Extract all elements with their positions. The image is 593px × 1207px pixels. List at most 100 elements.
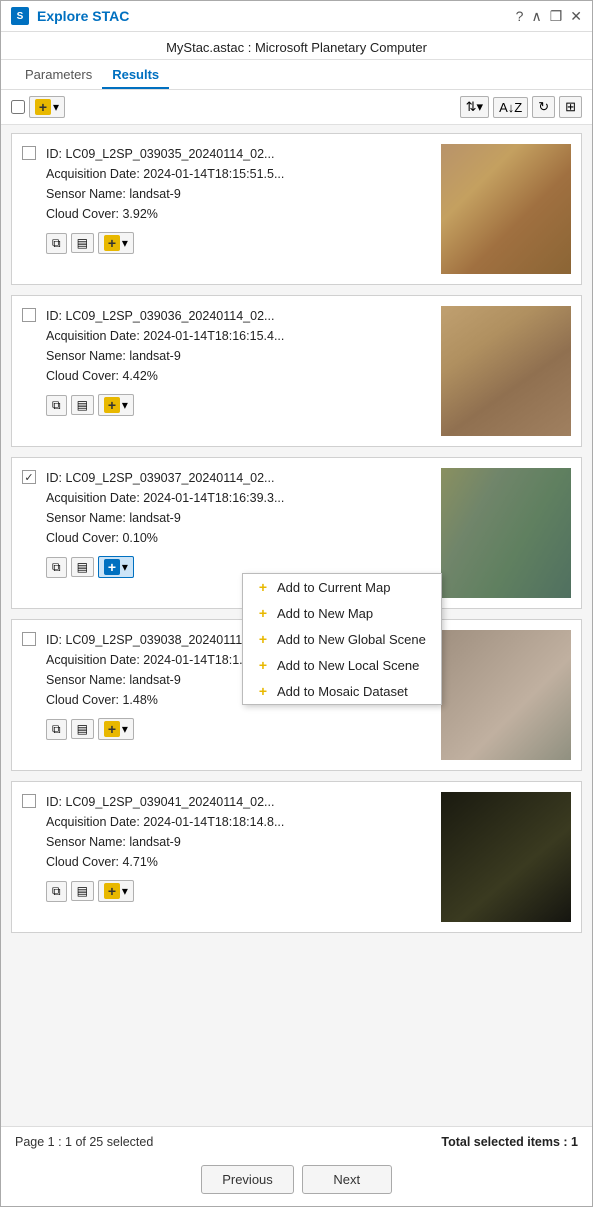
dropdown-add-current-map-icon: +	[255, 579, 271, 595]
card-thumbnail-1	[441, 144, 571, 274]
card-add-btn-3[interactable]: + ▾	[98, 556, 134, 578]
card-id-1: ID: LC09_L2SP_039035_20240114_02...	[46, 144, 431, 164]
card-thumbnail-5	[441, 792, 571, 922]
card-plus-icon-1: +	[104, 235, 120, 251]
dropdown-item-add-new-global-scene[interactable]: + Add to New Global Scene	[243, 626, 441, 652]
card-checkbox-4[interactable]	[22, 632, 36, 646]
card-acqdate-3: Acquisition Date: 2024-01-14T18:16:39.3.…	[46, 488, 431, 508]
add-button[interactable]: + ▾	[29, 96, 65, 118]
result-card-5: ID: LC09_L2SP_039041_20240114_02... Acqu…	[11, 781, 582, 933]
card-info-btn-4[interactable]: ▤	[71, 719, 94, 739]
info-icon-2: ▤	[77, 398, 88, 412]
card-add-arrow-2: ▾	[122, 398, 128, 412]
select-all-checkbox[interactable]	[11, 100, 25, 114]
collapse-button[interactable]: ∧	[531, 8, 541, 25]
next-button[interactable]: Next	[302, 1165, 392, 1194]
card-thumbnail-2	[441, 306, 571, 436]
export-icon: ⊞	[565, 99, 576, 115]
card-body-3: ID: LC09_L2SP_039037_20240114_02... Acqu…	[46, 468, 431, 578]
card-plus-icon-3: +	[104, 559, 120, 575]
info-icon-5: ▤	[77, 884, 88, 898]
card-checkbox-3[interactable]	[22, 470, 36, 484]
card-info-5: ID: LC09_L2SP_039041_20240114_02... Acqu…	[46, 792, 431, 872]
card-add-btn-1[interactable]: + ▾	[98, 232, 134, 254]
card-acqdate-5: Acquisition Date: 2024-01-14T18:18:14.8.…	[46, 812, 431, 832]
layer-icon-3: ⧉	[52, 560, 61, 575]
dropdown-item-add-new-map[interactable]: + Add to New Map	[243, 600, 441, 626]
results-container: ID: LC09_L2SP_039035_20240114_02... Acqu…	[1, 125, 592, 1126]
card-id-2: ID: LC09_L2SP_039036_20240114_02...	[46, 306, 431, 326]
sort-direction-button[interactable]: ⇅ ▾	[460, 96, 489, 118]
card-id-5: ID: LC09_L2SP_039041_20240114_02...	[46, 792, 431, 812]
dropdown-item-add-current-map[interactable]: + Add to Current Map	[243, 574, 441, 600]
add-icon: +	[35, 99, 51, 115]
dropdown-add-new-global-scene-icon: +	[255, 631, 271, 647]
help-button[interactable]: ?	[516, 8, 524, 24]
card-add-arrow-1: ▾	[122, 236, 128, 250]
subtitle: MyStac.astac : Microsoft Planetary Compu…	[1, 32, 592, 60]
dropdown-arrow: ▾	[53, 100, 59, 114]
card-thumbnail-3	[441, 468, 571, 598]
card-plus-icon-2: +	[104, 397, 120, 413]
card-checkbox-wrap-2	[22, 306, 36, 322]
card-layer-btn-5[interactable]: ⧉	[46, 881, 67, 902]
sort-arrows-icon: ⇅	[466, 99, 477, 115]
card-info-btn-2[interactable]: ▤	[71, 395, 94, 415]
card-plus-icon-4: +	[104, 721, 120, 737]
card-cloud-2: Cloud Cover: 4.42%	[46, 366, 431, 386]
card-checkbox-1[interactable]	[22, 146, 36, 160]
tab-parameters[interactable]: Parameters	[15, 60, 102, 89]
app-icon: S	[11, 7, 29, 25]
card-checkbox-5[interactable]	[22, 794, 36, 808]
refresh-button[interactable]: ↻	[532, 96, 555, 118]
main-window: S Explore STAC ? ∧ ❐ ✕ MyStac.astac : Mi…	[0, 0, 593, 1207]
restore-button[interactable]: ❐	[550, 8, 563, 25]
card-body-2: ID: LC09_L2SP_039036_20240114_02... Acqu…	[46, 306, 431, 416]
card-acqdate-1: Acquisition Date: 2024-01-14T18:15:51.5.…	[46, 164, 431, 184]
tab-results[interactable]: Results	[102, 60, 169, 89]
card-layer-btn-1[interactable]: ⧉	[46, 233, 67, 254]
toolbar-right: ⇅ ▾ A↓Z ↻ ⊞	[460, 96, 582, 118]
card-add-btn-4[interactable]: + ▾	[98, 718, 134, 740]
layer-icon-1: ⧉	[52, 236, 61, 251]
dropdown-add-new-map-icon: +	[255, 605, 271, 621]
card-id-3: ID: LC09_L2SP_039037_20240114_02...	[46, 468, 431, 488]
add-dropdown-menu: + Add to Current Map + Add to New Map + …	[242, 573, 442, 705]
card-body-5: ID: LC09_L2SP_039041_20240114_02... Acqu…	[46, 792, 431, 902]
results-toolbar: + ▾ ⇅ ▾ A↓Z ↻ ⊞	[1, 90, 592, 125]
card-actions-5: ⧉ ▤ + ▾	[46, 880, 431, 902]
info-icon-4: ▤	[77, 722, 88, 736]
card-body-1: ID: LC09_L2SP_039035_20240114_02... Acqu…	[46, 144, 431, 254]
footer: Page 1 : 1 of 25 selected Total selected…	[1, 1126, 592, 1157]
card-actions-2: ⧉ ▤ + ▾	[46, 394, 431, 416]
close-button[interactable]: ✕	[570, 8, 582, 25]
card-info-1: ID: LC09_L2SP_039035_20240114_02... Acqu…	[46, 144, 431, 224]
card-sensor-2: Sensor Name: landsat-9	[46, 346, 431, 366]
dropdown-item-add-new-local-scene[interactable]: + Add to New Local Scene	[243, 652, 441, 678]
card-add-btn-5[interactable]: + ▾	[98, 880, 134, 902]
card-add-btn-2[interactable]: + ▾	[98, 394, 134, 416]
previous-button[interactable]: Previous	[201, 1165, 294, 1194]
pagination: Previous Next	[1, 1157, 592, 1206]
card-info-2: ID: LC09_L2SP_039036_20240114_02... Acqu…	[46, 306, 431, 386]
card-info-btn-5[interactable]: ▤	[71, 881, 94, 901]
card-checkbox-2[interactable]	[22, 308, 36, 322]
card-cloud-3: Cloud Cover: 0.10%	[46, 528, 431, 548]
card-layer-btn-4[interactable]: ⧉	[46, 719, 67, 740]
title-bar-controls: ? ∧ ❐ ✕	[516, 8, 582, 25]
export-button[interactable]: ⊞	[559, 96, 582, 118]
result-card-3: ID: LC09_L2SP_039037_20240114_02... Acqu…	[11, 457, 582, 609]
card-info-btn-1[interactable]: ▤	[71, 233, 94, 253]
layer-icon-2: ⧉	[52, 398, 61, 413]
info-icon-1: ▤	[77, 236, 88, 250]
card-info-btn-3[interactable]: ▤	[71, 557, 94, 577]
card-layer-btn-3[interactable]: ⧉	[46, 557, 67, 578]
card-layer-btn-2[interactable]: ⧉	[46, 395, 67, 416]
result-card-2: ID: LC09_L2SP_039036_20240114_02... Acqu…	[11, 295, 582, 447]
card-acqdate-2: Acquisition Date: 2024-01-14T18:16:15.4.…	[46, 326, 431, 346]
info-icon-3: ▤	[77, 560, 88, 574]
card-checkbox-wrap-3	[22, 468, 36, 484]
dropdown-item-add-mosaic-dataset[interactable]: + Add to Mosaic Dataset	[243, 678, 441, 704]
card-sensor-3: Sensor Name: landsat-9	[46, 508, 431, 528]
az-sort-button[interactable]: A↓Z	[493, 97, 528, 118]
